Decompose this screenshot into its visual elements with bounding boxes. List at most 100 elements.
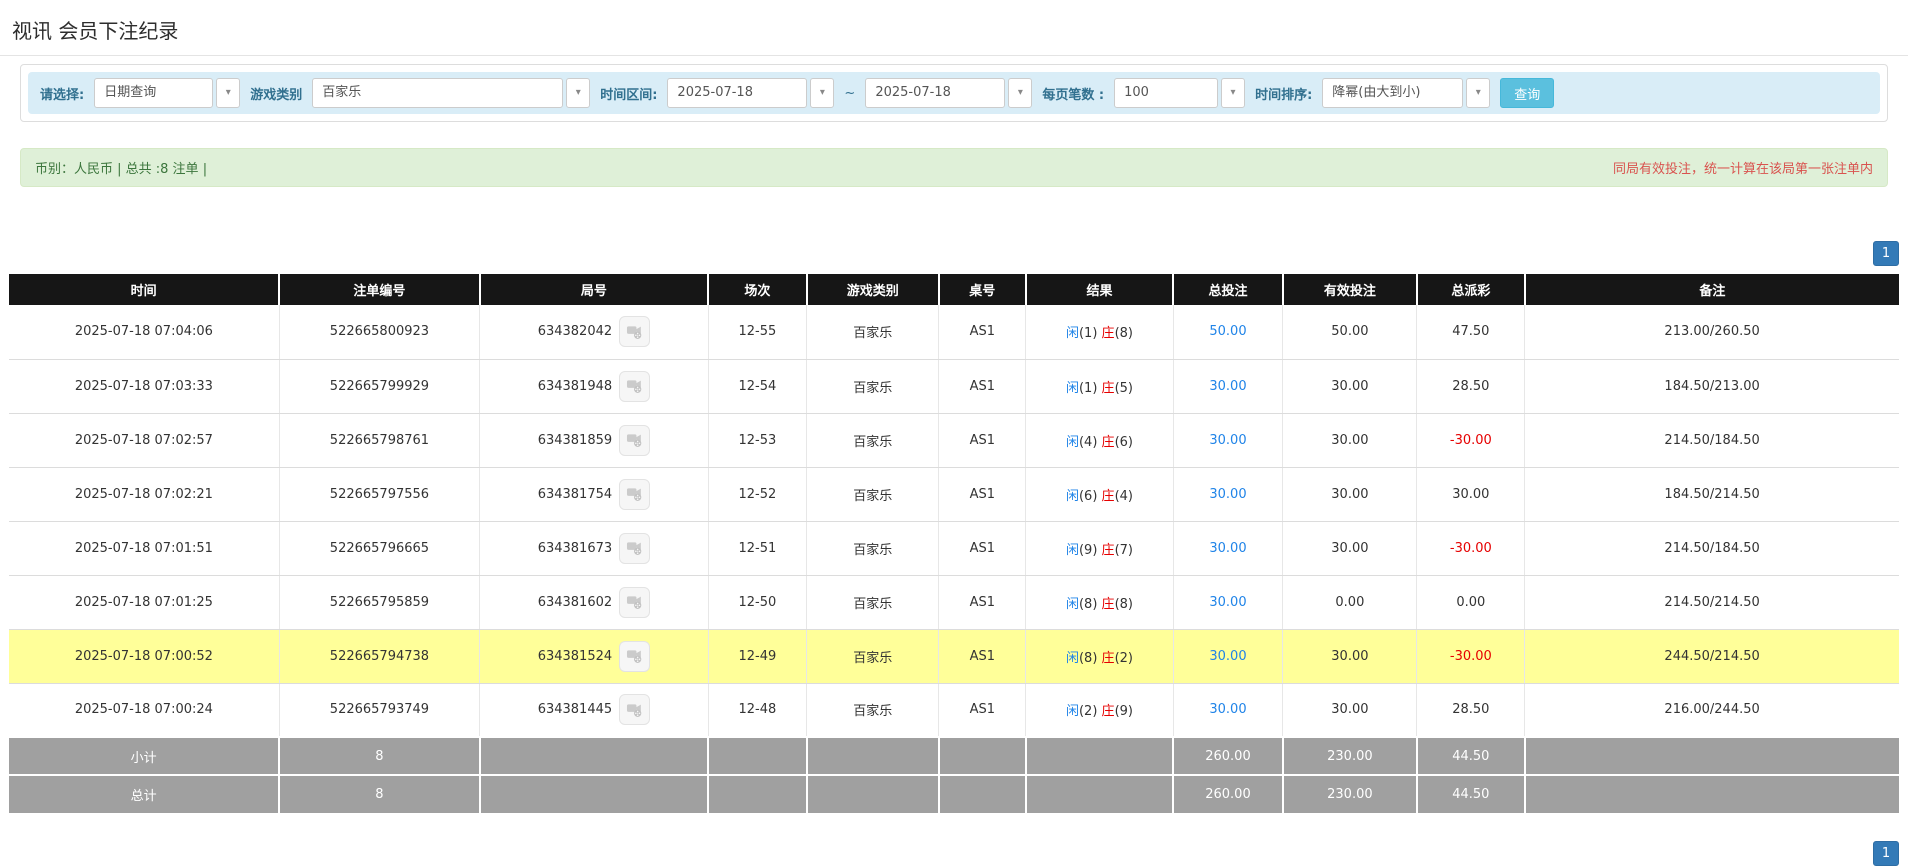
payout: 28.50	[1417, 683, 1525, 737]
session-number: 12-48	[708, 683, 806, 737]
chevron-down-icon[interactable]: ▾	[1466, 78, 1490, 108]
total-bet-link[interactable]: 30.00	[1209, 595, 1246, 610]
result-banker-points: (4)	[1115, 489, 1133, 504]
game-type-dropdown[interactable]: 百家乐 ▾	[312, 78, 590, 108]
film-icon	[625, 430, 644, 449]
total-bet-link[interactable]: 30.00	[1209, 541, 1246, 556]
page-1-button-bottom[interactable]: 1	[1873, 841, 1899, 866]
result-cell: 闲(8) 庄(2)	[1026, 629, 1173, 683]
total-bet-link[interactable]: 30.00	[1209, 487, 1246, 502]
video-replay-button[interactable]	[619, 587, 650, 618]
table-row: 2025-07-18 07:04:06 522665800923 6343820…	[9, 305, 1899, 359]
round-id: 634381602	[538, 595, 612, 610]
total-bet-cell: 30.00	[1173, 359, 1283, 413]
video-replay-button[interactable]	[619, 316, 650, 347]
range-separator: ~	[844, 86, 855, 101]
table-row: 2025-07-18 07:00:52 522665794738 6343815…	[9, 629, 1899, 683]
result-cell: 闲(4) 庄(6)	[1026, 413, 1173, 467]
date-to-picker[interactable]: 2025-07-18 ▾	[865, 78, 1032, 108]
query-type-value[interactable]: 日期查询	[94, 78, 213, 108]
result-banker-points: (2)	[1115, 651, 1133, 666]
bet-id: 522665796665	[279, 521, 479, 575]
table-row: 2025-07-18 07:03:33 522665799929 6343819…	[9, 359, 1899, 413]
query-type-dropdown[interactable]: 日期查询 ▾	[94, 78, 240, 108]
video-replay-button[interactable]	[619, 641, 650, 672]
round-id: 634381754	[538, 487, 612, 502]
game-type-value[interactable]: 百家乐	[312, 78, 563, 108]
round-cell: 634381948	[480, 359, 709, 413]
date-to-value[interactable]: 2025-07-18	[865, 78, 1005, 108]
result-player-points: (1)	[1079, 326, 1097, 341]
video-replay-button[interactable]	[619, 533, 650, 564]
column-header: 总投注	[1173, 274, 1283, 305]
note: 244.50/214.50	[1525, 629, 1899, 683]
chevron-down-icon[interactable]: ▾	[216, 78, 240, 108]
bet-id: 522665799929	[279, 359, 479, 413]
game-type: 百家乐	[807, 575, 939, 629]
total-bet-link[interactable]: 30.00	[1209, 649, 1246, 664]
video-replay-button[interactable]	[619, 479, 650, 510]
note: 213.00/260.50	[1525, 305, 1899, 359]
chevron-down-icon[interactable]: ▾	[566, 78, 590, 108]
round-id: 634381524	[538, 649, 612, 664]
filter-panel: 请选择: 日期查询 ▾ 游戏类别 百家乐 ▾ 时间区间: 2025-07-18 …	[20, 64, 1888, 122]
page-size-dropdown[interactable]: 100 ▾	[1114, 78, 1245, 108]
video-replay-button[interactable]	[619, 694, 650, 725]
result-banker: 庄	[1102, 543, 1115, 558]
bet-id: 522665793749	[279, 683, 479, 737]
chevron-down-icon[interactable]: ▾	[1221, 78, 1245, 108]
result-banker: 庄	[1102, 597, 1115, 612]
column-header: 备注	[1525, 274, 1899, 305]
date-from-value[interactable]: 2025-07-18	[667, 78, 807, 108]
film-icon	[625, 646, 644, 665]
total-bet-link[interactable]: 30.00	[1209, 702, 1246, 717]
time-sort-dropdown[interactable]: 降幂(由大到小) ▾	[1322, 78, 1490, 108]
total-bet-link[interactable]: 50.00	[1209, 324, 1246, 339]
bet-time: 2025-07-18 07:01:25	[9, 575, 279, 629]
total-bet-link[interactable]: 30.00	[1209, 433, 1246, 448]
table-number: AS1	[939, 305, 1026, 359]
total-bet-link[interactable]: 30.00	[1209, 379, 1246, 394]
result-player-points: (1)	[1079, 381, 1097, 396]
note: 184.50/213.00	[1525, 359, 1899, 413]
page-1-button[interactable]: 1	[1873, 241, 1899, 266]
grand-total-total-bet: 260.00	[1173, 775, 1283, 813]
video-replay-button[interactable]	[619, 425, 650, 456]
game-type: 百家乐	[807, 305, 939, 359]
bet-time: 2025-07-18 07:00:24	[9, 683, 279, 737]
search-button[interactable]: 查询	[1500, 78, 1554, 108]
total-bet-cell: 30.00	[1173, 413, 1283, 467]
video-replay-button[interactable]	[619, 371, 650, 402]
game-type: 百家乐	[807, 413, 939, 467]
result-player: 闲	[1066, 651, 1079, 666]
time-sort-label: 时间排序:	[1255, 84, 1312, 103]
pagination-top: 1	[9, 241, 1899, 266]
note: 214.50/184.50	[1525, 521, 1899, 575]
game-type: 百家乐	[807, 683, 939, 737]
session-number: 12-50	[708, 575, 806, 629]
result-player-points: (2)	[1079, 704, 1097, 719]
film-icon	[625, 700, 644, 719]
round-cell: 634381859	[480, 413, 709, 467]
round-cell: 634381754	[480, 467, 709, 521]
result-banker-points: (8)	[1115, 597, 1133, 612]
valid-bet: 30.00	[1283, 359, 1417, 413]
film-icon	[625, 322, 644, 341]
chevron-down-icon[interactable]: ▾	[1008, 78, 1032, 108]
time-sort-value[interactable]: 降幂(由大到小)	[1322, 78, 1463, 108]
column-header: 场次	[708, 274, 806, 305]
payout: -30.00	[1417, 413, 1525, 467]
subtotal-row: 小计 8 260.00 230.00 44.50	[9, 737, 1899, 775]
result-banker: 庄	[1102, 704, 1115, 719]
chevron-down-icon[interactable]: ▾	[810, 78, 834, 108]
page-size-value[interactable]: 100	[1114, 78, 1218, 108]
payout: -30.00	[1417, 521, 1525, 575]
grand-total-count: 8	[279, 775, 479, 813]
result-player-points: (8)	[1079, 597, 1097, 612]
date-from-picker[interactable]: 2025-07-18 ▾	[667, 78, 834, 108]
bet-time: 2025-07-18 07:02:21	[9, 467, 279, 521]
session-number: 12-53	[708, 413, 806, 467]
bet-id: 522665795859	[279, 575, 479, 629]
bet-id: 522665798761	[279, 413, 479, 467]
game-type: 百家乐	[807, 467, 939, 521]
